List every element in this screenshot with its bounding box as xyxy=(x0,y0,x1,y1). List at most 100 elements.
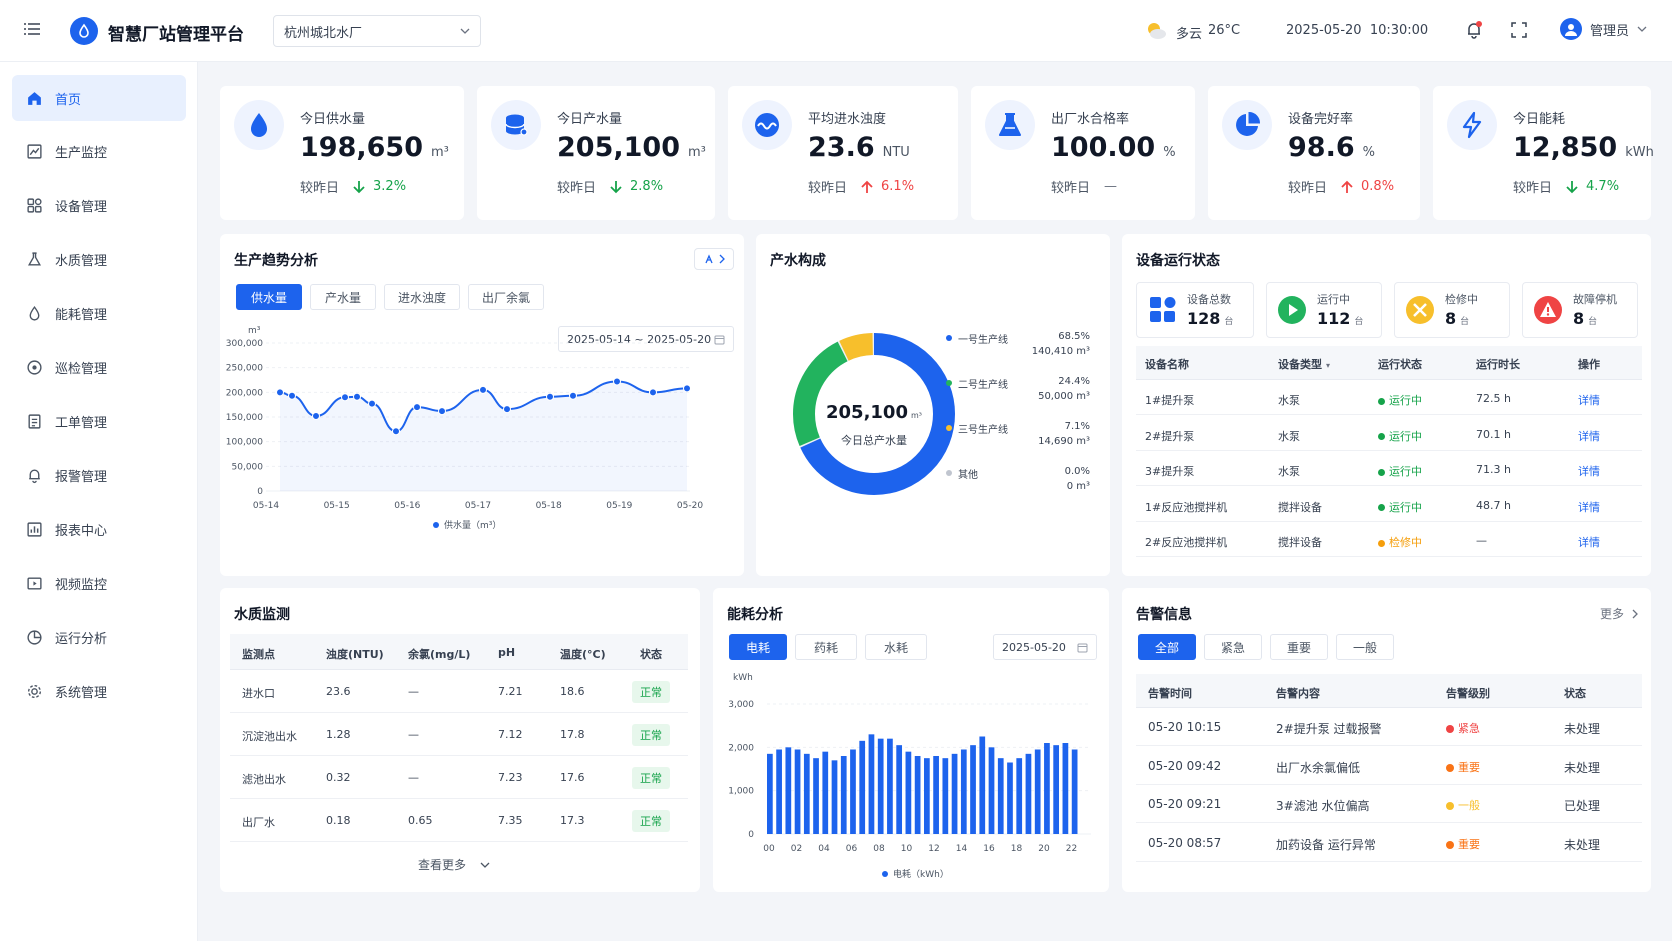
nav-alarm[interactable]: 报警管理 xyxy=(12,452,186,498)
nav-inspection[interactable]: 巡检管理 xyxy=(12,344,186,390)
grid-icon xyxy=(1150,297,1176,322)
kpi-label: 今日产水量 xyxy=(557,112,623,127)
kpi-label: 设备完好率 xyxy=(1288,112,1354,127)
detail-link[interactable]: 详情 xyxy=(1578,534,1600,550)
tab-all[interactable]: 全部 xyxy=(1138,634,1196,660)
detail-link[interactable]: 详情 xyxy=(1578,499,1600,515)
settings-icon xyxy=(705,254,713,264)
kpi-compare: 较昨日 3.2% xyxy=(300,179,407,196)
water-drop-icon xyxy=(234,100,284,150)
data-point xyxy=(683,384,691,393)
nav-system[interactable]: 系统管理 xyxy=(12,668,186,714)
lightning-icon xyxy=(1447,100,1497,150)
legend-dot xyxy=(433,522,439,528)
nav-equipment[interactable]: 设备管理 xyxy=(12,182,186,228)
sidebar: 首页 生产监控 设备管理 水质管理 能耗管理 巡检管理 工单管理 报警管理 报表… xyxy=(0,62,198,941)
datetime: 2025-05-20 10:30:00 xyxy=(1286,23,1429,38)
energy-icon xyxy=(29,305,40,321)
nav-label: 首页 xyxy=(55,92,82,108)
fullscreen-icon[interactable] xyxy=(1510,21,1528,39)
energy-card: 能耗分析 电耗 药耗 水耗 2025-05-20 kWh 0 1,000 2,000 3… xyxy=(713,588,1109,892)
legend-name: 二号生产线 xyxy=(958,380,1008,391)
wave-icon xyxy=(742,100,792,150)
bar xyxy=(887,738,893,834)
calendar-icon xyxy=(714,335,725,344)
tab-chlorine[interactable]: 出厂余氯 xyxy=(468,284,544,310)
table-row xyxy=(230,799,688,842)
nav-reports[interactable]: 报表中心 xyxy=(12,506,186,552)
equipment-title: 设备运行状态 xyxy=(1136,253,1220,269)
nav-energy[interactable]: 能耗管理 xyxy=(12,290,186,336)
x-tick-label: 04 xyxy=(818,844,830,854)
x-tick-label: 10 xyxy=(901,844,913,854)
detail-link[interactable]: 详情 xyxy=(1578,392,1600,408)
bar xyxy=(877,738,884,834)
tab-normal[interactable]: 一般 xyxy=(1336,634,1394,660)
data-point xyxy=(341,393,349,402)
kpi-compare: 较昨日 2.8% xyxy=(557,179,664,196)
tab-important[interactable]: 重要 xyxy=(1270,634,1328,660)
data-point xyxy=(438,407,446,416)
trend-expand-button[interactable] xyxy=(694,248,734,270)
bell-icon[interactable] xyxy=(1464,20,1484,40)
stat-fault: 故障停机 8台 xyxy=(1522,282,1638,338)
chevron-down-icon xyxy=(1637,26,1647,32)
x-tick-label: 12 xyxy=(928,844,939,854)
arrow-down-icon xyxy=(353,180,365,193)
tab-turbidity[interactable]: 进水浊度 xyxy=(384,284,460,310)
y-tick-label: 2,000 xyxy=(728,743,754,753)
nav-video[interactable]: 视频监控 xyxy=(12,560,186,606)
nav-analysis[interactable]: 运行分析 xyxy=(12,614,186,660)
kpi-value: 98.6% xyxy=(1288,132,1375,163)
flask-icon xyxy=(985,100,1035,150)
detail-link[interactable]: 详情 xyxy=(1578,463,1600,479)
legend-dot xyxy=(882,871,888,877)
weather-temp: 26°C xyxy=(1208,23,1241,38)
data-point xyxy=(353,392,361,401)
detail-link[interactable]: 详情 xyxy=(1578,428,1600,444)
alarm-more-link[interactable]: 更多 xyxy=(1600,605,1638,622)
tab-supply[interactable]: 供水量 xyxy=(236,284,302,310)
bar xyxy=(1071,749,1078,834)
water-quality-title: 水质监测 xyxy=(234,607,290,623)
kpi-label: 平均进水浊度 xyxy=(808,112,887,127)
nav-home[interactable]: 首页 xyxy=(12,75,186,121)
arrow-up-icon xyxy=(861,180,873,193)
user-menu[interactable]: 管理员 xyxy=(1560,18,1647,40)
bar xyxy=(988,747,995,834)
bar xyxy=(850,749,856,834)
kpi-card-turbidity: 平均进水浊度 23.6 NTU 较昨日 6.1% xyxy=(728,86,958,220)
series-line xyxy=(279,380,688,433)
tab-production[interactable]: 产水量 xyxy=(310,284,376,310)
bar xyxy=(896,745,903,834)
plant-select[interactable]: 杭州城北水厂 xyxy=(273,15,481,47)
sortable-header[interactable]: 设备类型 ▾ xyxy=(1278,356,1330,372)
tank-icon xyxy=(491,100,541,150)
tab-urgent[interactable]: 紧急 xyxy=(1204,634,1262,660)
view-more-button[interactable]: 查看更多 xyxy=(418,856,490,873)
nav-label: 视频监控 xyxy=(55,577,108,593)
bar xyxy=(1053,745,1060,834)
bar xyxy=(979,736,986,834)
trend-date-range[interactable]: 2025-05-14 ~ 2025-05-20 xyxy=(558,326,734,352)
y-tick-label: 0 xyxy=(748,830,754,840)
bar xyxy=(951,753,958,834)
bar xyxy=(914,756,921,834)
bar xyxy=(813,758,819,834)
nav-label: 能耗管理 xyxy=(55,307,108,323)
y-tick-label: 50,000 xyxy=(232,462,264,472)
nav-production[interactable]: 生产监控 xyxy=(12,128,186,174)
legend-label: 电耗（kWh） xyxy=(893,868,949,880)
menu-toggle-icon[interactable] xyxy=(24,22,40,36)
y-tick-label: 3,000 xyxy=(728,700,754,710)
weather-text: 多云 xyxy=(1176,27,1203,42)
data-point xyxy=(413,403,421,412)
nav-label: 运行分析 xyxy=(55,631,108,647)
data-point xyxy=(276,388,284,397)
nav-water-quality[interactable]: 水质管理 xyxy=(12,236,186,282)
kpi-card-energy: 今日能耗 12,850 kWh 较昨日 4.7% xyxy=(1433,86,1654,220)
stat-running: 运行中 112 台 xyxy=(1266,282,1382,338)
chevron-right-icon xyxy=(1632,609,1638,618)
level-badge: 重要 xyxy=(1446,836,1480,852)
nav-workorder[interactable]: 工单管理 xyxy=(12,398,186,444)
